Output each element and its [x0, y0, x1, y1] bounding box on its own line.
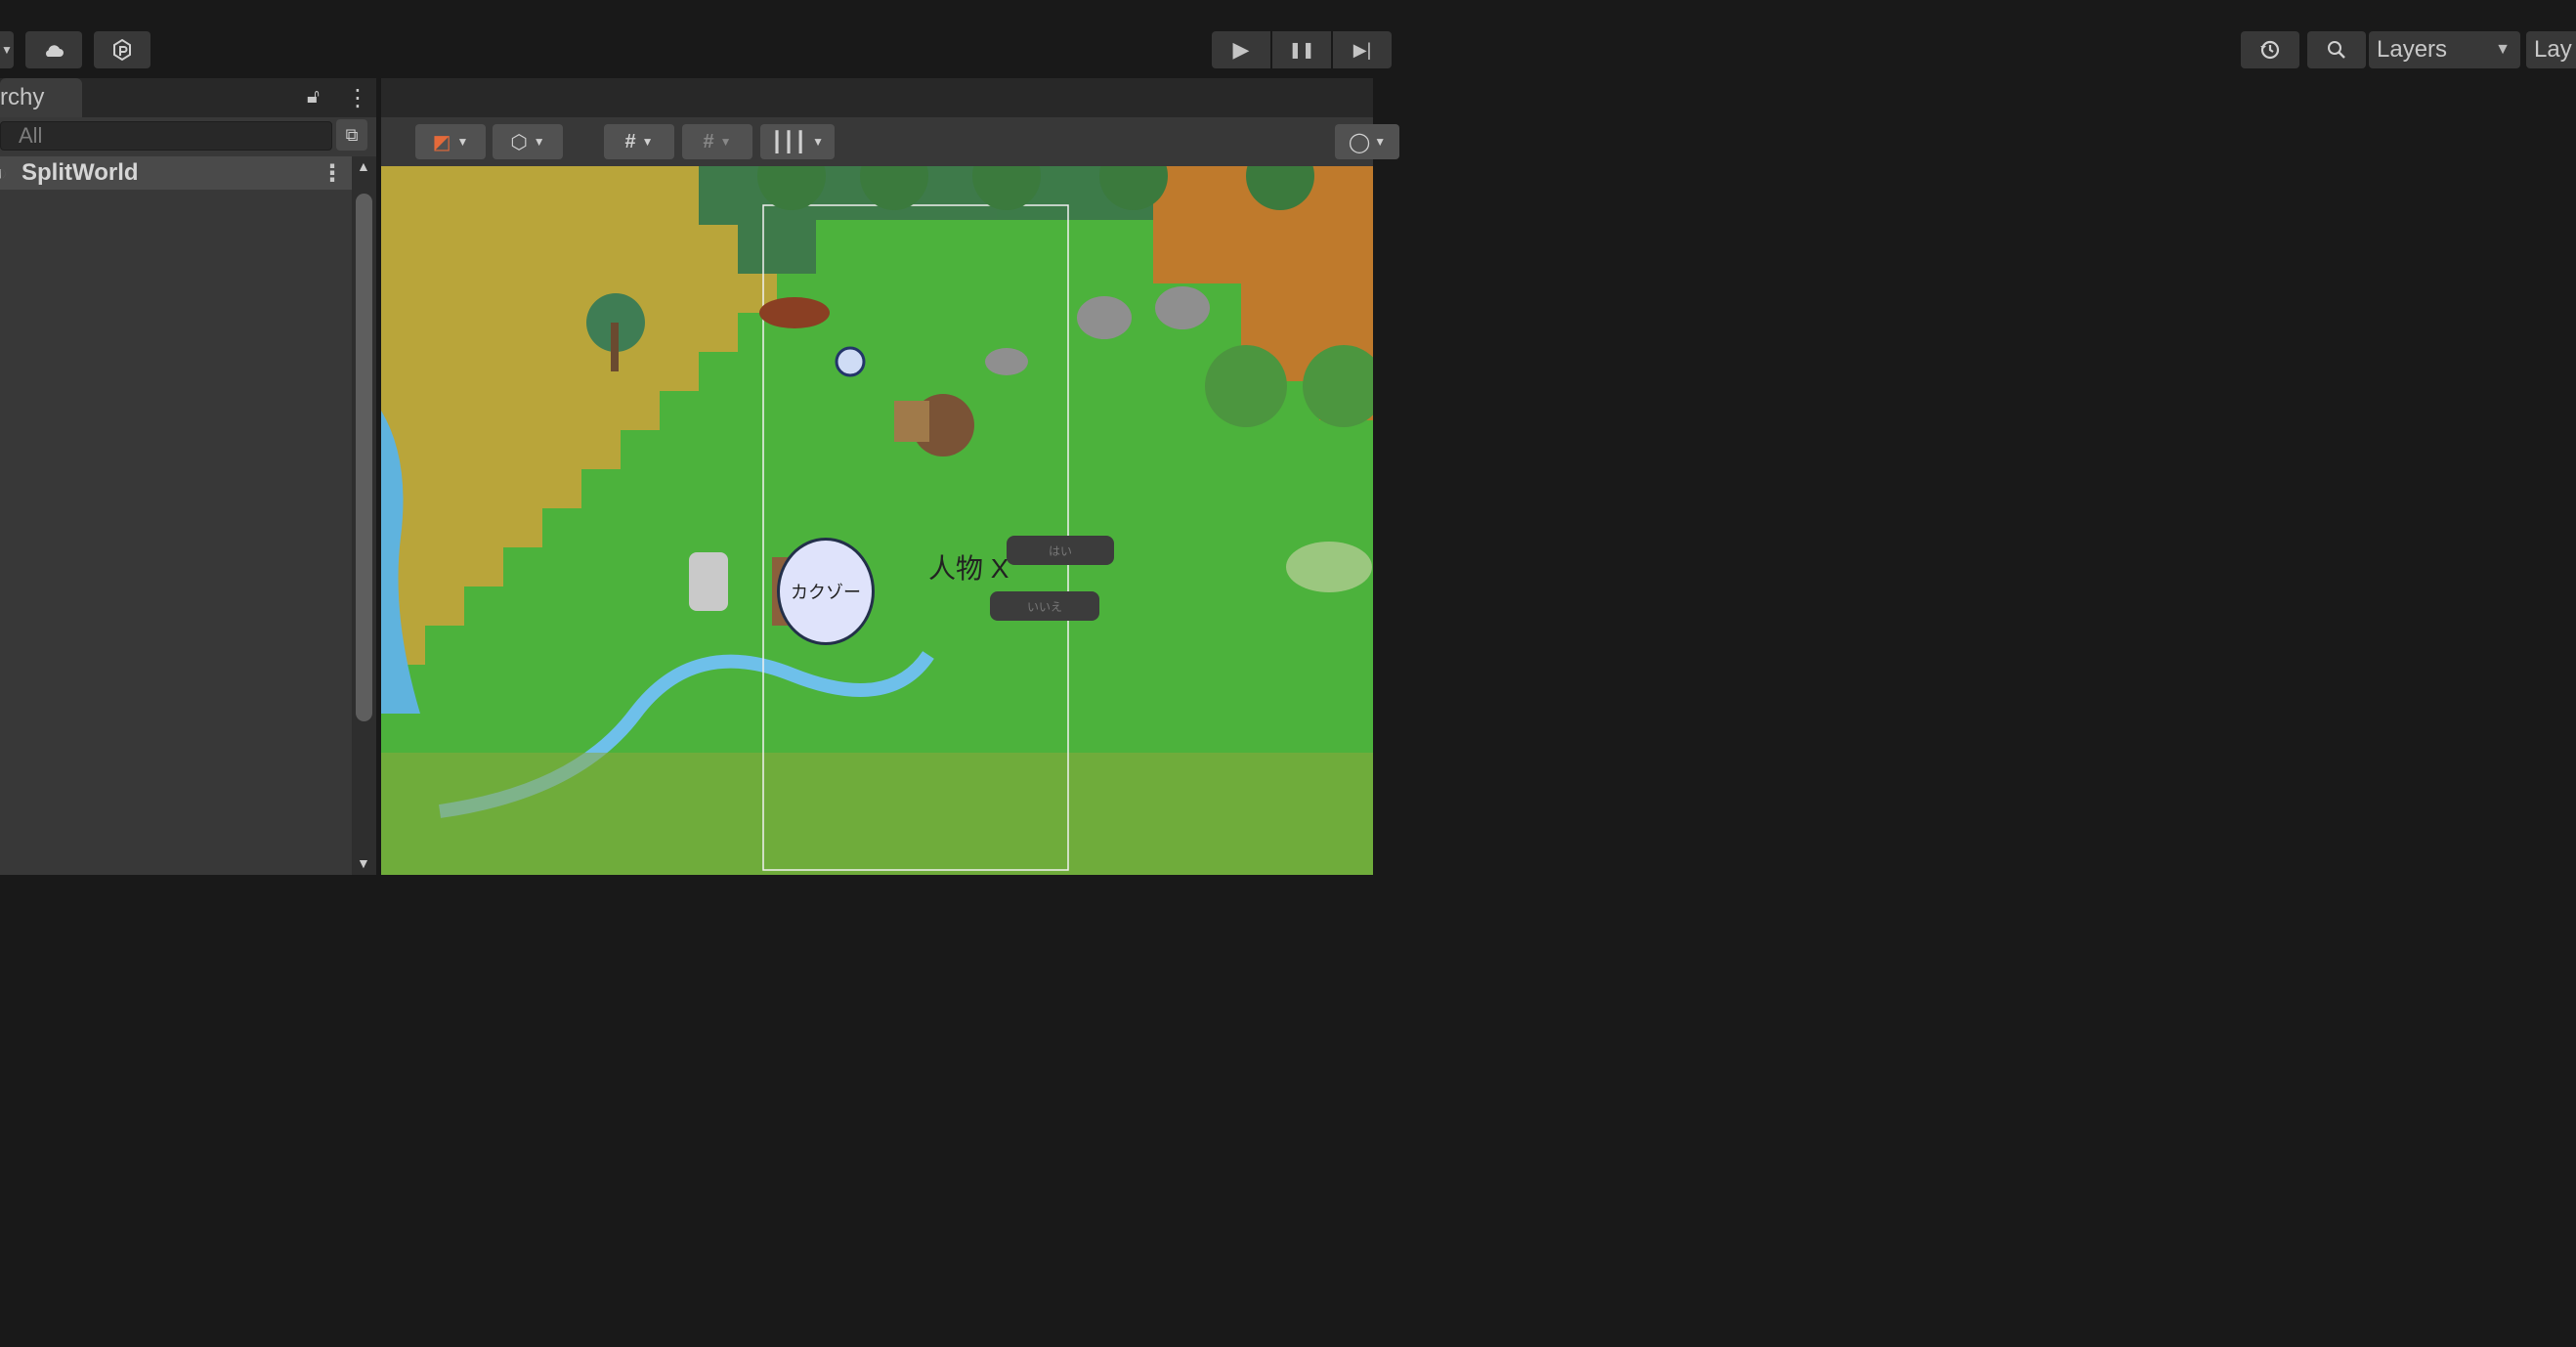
- scene-tabbar: [381, 78, 1373, 117]
- step-button[interactable]: ▶|: [1333, 31, 1392, 68]
- main-toolbar: ▼ ▶ ❚❚ ▶| Layers ▼ Lay: [0, 0, 2576, 76]
- portrait-bubble: カクゾー: [777, 538, 875, 645]
- more-options-icon[interactable]: ⋮: [346, 84, 369, 112]
- undo-history-button[interactable]: [2241, 31, 2299, 68]
- fruit-tree: [1205, 345, 1287, 427]
- cloud-button[interactable]: [25, 31, 82, 68]
- ruler-dropdown[interactable]: ┃┃┃ ▼: [760, 124, 835, 159]
- rock: [1155, 286, 1210, 329]
- scroll-down-icon[interactable]: ▼: [357, 855, 370, 871]
- scene-panel: ◩ ▼ ⬡ ▼ # ▼ # ▼ ┃┃┃ ▼ ◯ ▼ カクゾー 人物 X はい い…: [381, 78, 1399, 875]
- layers-dropdown[interactable]: Layers ▼: [2369, 31, 2520, 68]
- chevron-down-icon: ▼: [2495, 41, 2511, 58]
- layers-label: Layers: [2377, 36, 2448, 63]
- unity-scene-icon: ◐: [0, 160, 8, 185]
- draw-mode-dropdown[interactable]: ◯ ▼: [1335, 124, 1399, 159]
- play-icon: ▶: [1232, 37, 1250, 62]
- open-window-button[interactable]: ⧉: [336, 119, 367, 151]
- search-placeholder: All: [19, 123, 43, 148]
- scrollbar-thumb[interactable]: [356, 194, 372, 721]
- grid-icon: #: [624, 130, 636, 152]
- step-icon: ▶|: [1352, 39, 1372, 60]
- cloud-icon: [46, 45, 64, 57]
- grid-snapping-dropdown[interactable]: # ▼: [604, 124, 674, 159]
- character-placeholder: 人物 X: [928, 553, 1009, 584]
- scroll-up-icon[interactable]: ▲: [357, 158, 370, 174]
- game-map: [381, 166, 1373, 875]
- scene-header[interactable]: ◐ SplitWorld ⋮: [0, 156, 352, 190]
- pause-button[interactable]: ❚❚: [1272, 31, 1331, 68]
- search-button[interactable]: [2307, 31, 2366, 68]
- tool-handle-position-dropdown[interactable]: ◩ ▼: [415, 124, 486, 159]
- search-icon: [2328, 41, 2345, 59]
- increment-snap-dropdown[interactable]: # ▼: [682, 124, 752, 159]
- account-dropdown[interactable]: ▼: [0, 31, 14, 68]
- hierarchy-search-input[interactable]: All: [0, 121, 332, 151]
- tab-label: rchy: [0, 84, 45, 110]
- scene-name: SplitWorld: [21, 159, 139, 186]
- scene-viewport[interactable]: カクゾー 人物 X はい いいえ: [381, 166, 1373, 875]
- gazebo: [1286, 542, 1372, 592]
- player-sprite: [835, 346, 866, 377]
- stone-monument: [689, 552, 728, 611]
- pivot-icon: ◩: [432, 131, 451, 153]
- pause-icon: ❚❚: [1288, 42, 1315, 59]
- hole: [759, 297, 830, 328]
- global-local-icon: ⬡: [510, 131, 528, 153]
- play-button[interactable]: ▶: [1212, 31, 1270, 68]
- layout-label: Lay: [2534, 36, 2572, 63]
- ruler-icon: ┃┃┃: [770, 131, 807, 153]
- hierarchy-scrollbar[interactable]: ▲ ▼: [352, 156, 376, 875]
- portrait-text: カクゾー: [791, 583, 861, 602]
- choice-yes-button[interactable]: はい: [1007, 536, 1114, 565]
- hierarchy-tabbar: rchy 🔓︎ ⋮: [0, 78, 376, 117]
- choice-no-button[interactable]: いいえ: [990, 591, 1099, 621]
- plastic-scm-icon: [113, 38, 131, 62]
- more-options-icon[interactable]: ⋮: [321, 159, 344, 188]
- tool-handle-rotation-dropdown[interactable]: ⬡ ▼: [493, 124, 563, 159]
- lock-icon[interactable]: 🔓︎: [307, 86, 320, 109]
- playback-controls: ▶ ❚❚ ▶|: [1212, 31, 1392, 68]
- hierarchy-panel: rchy 🔓︎ ⋮ All ⧉ ◐ SplitWorld ⋮ ▲ ▼: [0, 78, 376, 875]
- shading-icon: ◯: [1348, 131, 1371, 153]
- plastic-scm-button[interactable]: [94, 31, 150, 68]
- tab-hierarchy[interactable]: rchy: [0, 78, 82, 117]
- history-icon: [2260, 40, 2280, 60]
- rock: [1077, 296, 1132, 339]
- external-link-icon: ⧉: [345, 124, 359, 145]
- scene-toolbar: ◩ ▼ ⬡ ▼ # ▼ # ▼ ┃┃┃ ▼ ◯ ▼: [381, 117, 1399, 164]
- snap-magnet-icon: #: [703, 130, 714, 152]
- layout-dropdown[interactable]: Lay: [2526, 31, 2576, 68]
